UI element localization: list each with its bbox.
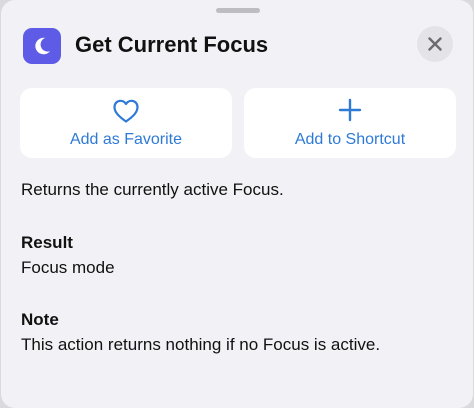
add-to-shortcut-button[interactable]: Add to Shortcut <box>244 88 456 158</box>
note-text: This action returns nothing if no Focus … <box>21 335 381 354</box>
action-description: Returns the currently active Focus. <box>21 180 284 199</box>
add-to-shortcut-label: Add to Shortcut <box>294 131 406 148</box>
add-as-favorite-label: Add as Favorite <box>69 131 183 148</box>
app-icon <box>23 28 61 64</box>
action-buttons: Add as Favorite Add to Shortcut <box>20 88 460 158</box>
sheet-grabber[interactable] <box>216 8 260 13</box>
close-icon <box>428 37 442 51</box>
action-detail-sheet: Get Current Focus Add as Favorite Add to… <box>1 0 473 408</box>
close-button[interactable] <box>417 26 453 62</box>
page-title: Get Current Focus <box>75 32 269 57</box>
heart-icon-wrapper <box>20 98 232 124</box>
result-heading: Result <box>21 233 73 252</box>
heart-icon <box>113 99 139 123</box>
add-as-favorite-button[interactable]: Add as Favorite <box>20 88 232 158</box>
result-value: Focus mode <box>21 258 115 277</box>
moon-icon <box>35 37 51 55</box>
note-heading: Note <box>21 310 59 329</box>
plus-icon-wrapper <box>244 98 456 124</box>
plus-icon <box>338 98 362 122</box>
sheet-header: Get Current Focus <box>23 26 453 66</box>
